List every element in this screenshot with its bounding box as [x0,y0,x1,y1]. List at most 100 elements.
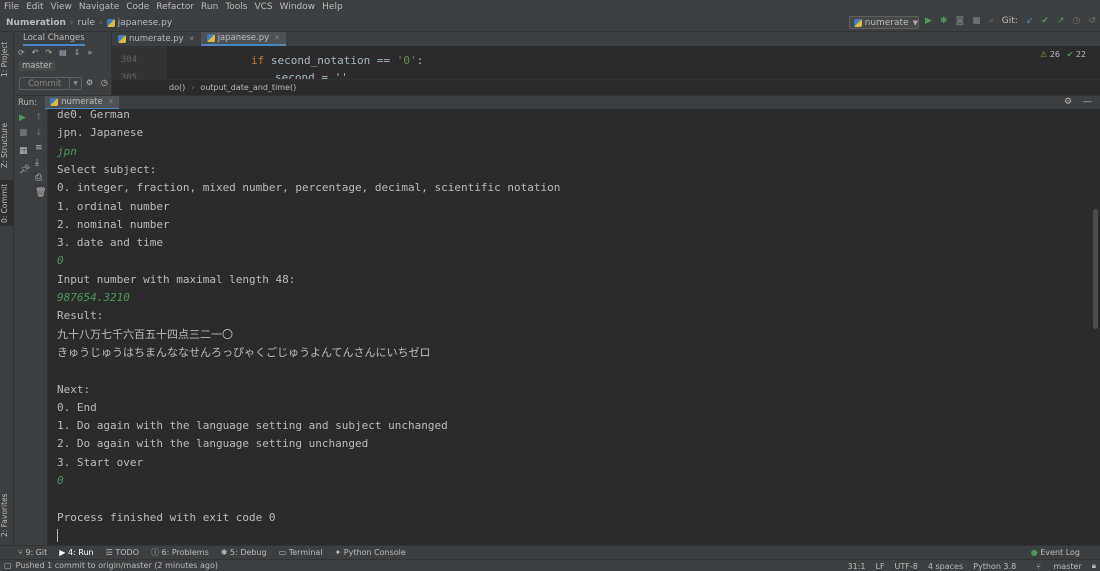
nav-file[interactable]: japanese.py [118,18,173,28]
indent-setting[interactable]: 4 spaces [928,562,963,571]
run-icon[interactable]: ▶ [925,16,932,26]
console-output-line: 3. date and time [57,236,163,250]
line-separator[interactable]: LF [875,562,884,571]
run-configuration-select[interactable]: numerate ▼ [849,16,919,29]
nav-project[interactable]: Numeration [6,18,66,28]
warning-count: 26 [1049,50,1061,59]
diff-icon[interactable]: ▤ [59,48,67,57]
menu-help[interactable]: Help [322,2,343,12]
menu-view[interactable]: View [51,2,72,12]
minimize-icon[interactable]: — [1083,97,1092,107]
close-icon[interactable]: ✕ [274,34,280,42]
menu-refactor[interactable]: Refactor [156,2,194,12]
event-log-icon: ● [1030,548,1038,557]
nav-folder[interactable]: rule [78,18,95,28]
breadcrumb-item[interactable]: output_date_and_time() [200,83,296,92]
code-editor[interactable]: 304 305 if second_notation == '0': secon… [112,46,1100,79]
file-encoding[interactable]: UTF-8 [895,562,918,571]
stop-icon[interactable]: ■ [19,128,28,138]
status-icon: ▢ [4,561,12,570]
line-number: 304 [120,55,137,65]
python-interpreter[interactable]: Python 3.8 [973,562,1016,571]
code-line: if second_notation == '0': [251,54,423,67]
lock-icon[interactable]: 🔒︎ [1092,561,1096,571]
commit-button[interactable]: Commit ▼ [19,77,82,90]
stop-icon[interactable]: ■ [972,16,981,26]
menu-navigate[interactable]: Navigate [79,2,119,12]
menu-tools[interactable]: Tools [225,2,247,12]
scroll-to-end-icon[interactable]: ⤓ [35,158,39,168]
down-icon[interactable]: ↓ [35,128,43,138]
tool-todo[interactable]: ☰ TODO [106,548,139,557]
console-output-line: Next: [57,382,91,396]
redo-icon[interactable]: ↷ [45,48,52,57]
tab-structure[interactable]: Z: Structure [0,120,14,172]
text-cursor [57,529,58,542]
print-icon[interactable]: ⎙ [35,173,42,183]
soft-wrap-icon[interactable]: ≡ [35,143,43,153]
up-icon[interactable]: ↑ [35,113,43,123]
git-push-icon[interactable]: ↗ [1057,16,1065,26]
chevron-down-icon: ▼ [912,18,918,27]
tab-local-changes[interactable]: Local Changes [14,32,112,46]
console-output-line: きゅうじゅうはちまんななせんろっぴゃくごじゅうよんてんさんにいちゼロ [57,345,431,359]
clock-icon[interactable]: ◷ [101,78,108,87]
layout-icon[interactable]: ▦ [19,146,28,156]
commit-panel: Local Changes ⟳ ↶ ↷ ▤ ⇩ » master Commit … [14,32,112,95]
caret-position[interactable]: 31:1 [848,562,866,571]
git-history-icon[interactable]: ◷ [1072,16,1080,26]
gear-icon[interactable]: ⚙ [1064,97,1072,107]
status-message[interactable]: Pushed 1 commit to origin/master (2 minu… [16,561,218,570]
refresh-icon[interactable]: ⟳ [18,48,25,57]
event-log[interactable]: ● Event Log [1031,548,1080,557]
tool-problems[interactable]: ⓘ 6: Problems [151,547,209,558]
pin-icon[interactable]: 📌︎ [19,165,30,175]
git-commit-icon[interactable]: ✔ [1041,16,1049,26]
console-output-line: Process finished with exit code 0 [57,510,276,524]
run-configuration-label: numerate [864,17,909,28]
search-everywhere-small-icon[interactable]: ⌕ [989,16,994,26]
console-scrollbar[interactable] [1093,209,1098,329]
tab-project[interactable]: 1: Project [0,36,14,82]
tool-run[interactable]: ▶ 4: Run [59,548,93,557]
tool-debug[interactable]: ✱ 5: Debug [221,548,267,557]
tool-terminal[interactable]: ▭ Terminal [279,548,323,557]
breadcrumb-item[interactable]: do() [169,83,185,92]
inspection-widget[interactable]: ⚠ 26 ✔ 22 [1040,50,1086,59]
close-icon[interactable]: ✕ [189,35,195,43]
menu-vcs[interactable]: VCS [254,2,272,12]
menu-run[interactable]: Run [201,2,218,12]
clear-icon[interactable]: 🗑︎ [35,188,46,198]
download-icon[interactable]: ⇩ [74,48,81,57]
python-file-icon [50,97,59,106]
git-branch[interactable]: ⑂ master [1026,562,1082,571]
tab-numerate-py[interactable]: numerate.py ✕ [112,32,201,46]
rollback-icon[interactable]: ↶ [32,48,39,57]
navigation-bar: Numeration › rule › japanese.py numerate… [0,14,1100,32]
debug-icon[interactable]: ✱ [940,16,948,26]
tool-python-console[interactable]: ✦ Python Console [335,548,406,557]
tab-favorites[interactable]: 2: Favorites [0,487,14,543]
git-rollback-icon[interactable]: ↺ [1088,16,1096,26]
tool-python-console-label: Python Console [343,548,406,557]
tool-git[interactable]: ⑂ 9: Git [18,548,47,557]
ok-count: 22 [1075,50,1086,59]
run-console[interactable]: de0. German jpn. Japanese jpn Select subjec… [48,109,1100,545]
close-icon[interactable]: ✕ [108,98,114,106]
menu-window[interactable]: Window [280,2,316,12]
more-icon[interactable]: » [87,48,92,57]
menu-file[interactable]: File [4,2,19,12]
gear-icon[interactable]: ⚙ [86,78,93,87]
tab-japanese-py[interactable]: japanese.py ✕ [200,32,287,46]
git-update-icon[interactable]: ↙ [1026,16,1034,26]
console-output-line: de0. German [57,109,130,121]
tab-run-numerate[interactable]: numerate ✕ [45,95,119,110]
tab-label: numerate.py [129,34,184,44]
rerun-icon[interactable]: ▶ [19,113,26,123]
menu-code[interactable]: Code [126,2,149,12]
local-changes-label: Local Changes [23,33,85,46]
chevron-down-icon[interactable]: ▼ [69,78,81,89]
coverage-icon[interactable]: ◙ [955,16,964,26]
tab-commit[interactable]: 0: Commit [0,180,14,226]
menu-edit[interactable]: Edit [26,2,43,12]
